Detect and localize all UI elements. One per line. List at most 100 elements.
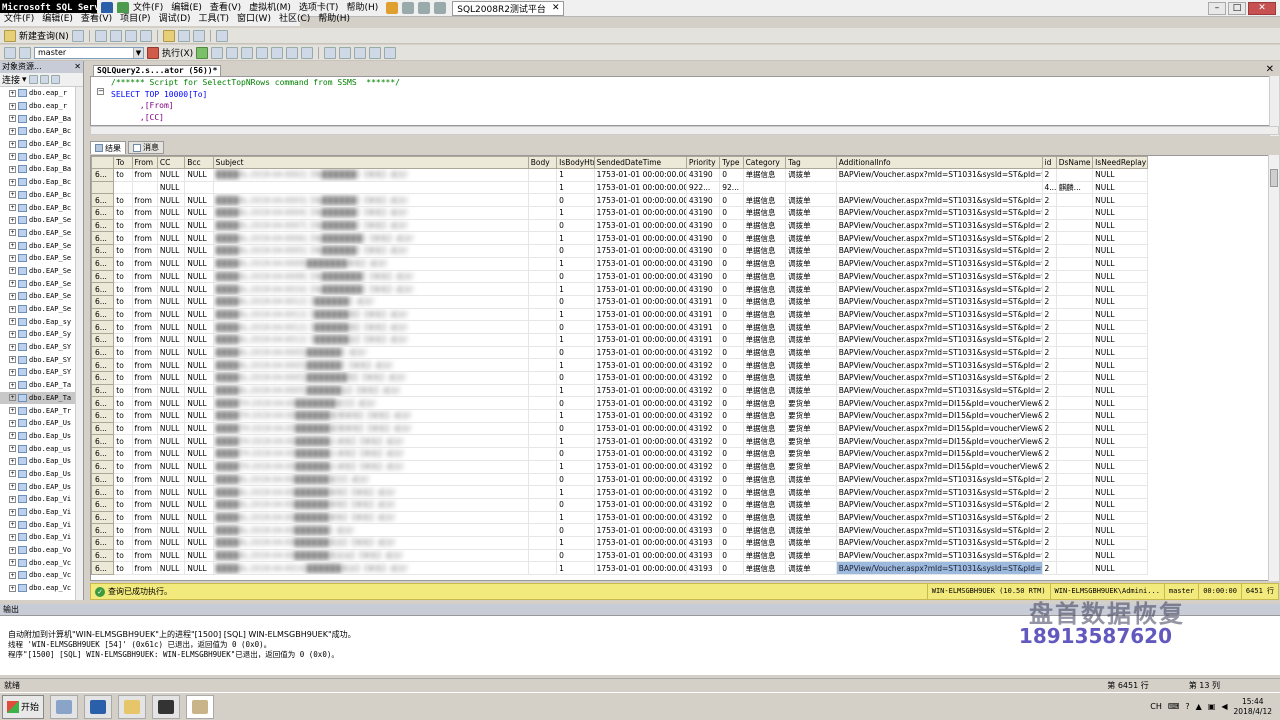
tree-node-table[interactable]: + dbo.EAP_Us xyxy=(0,480,83,493)
table-row[interactable]: 6... to from NULL NULL ████AL-2018-04-0006]【电… xyxy=(91,231,1148,246)
column-header[interactable]: Bcc xyxy=(184,156,214,169)
expand-icon[interactable]: + xyxy=(9,89,16,97)
column-header[interactable]: Type xyxy=(719,156,744,169)
menu-item[interactable]: 编辑(E) xyxy=(38,11,77,28)
column-header[interactable]: From xyxy=(131,156,158,169)
save-icon[interactable] xyxy=(177,29,190,42)
table-row[interactable]: 6... to from NULL NULL ████AL-2018-04-0002]【电… xyxy=(91,168,1148,182)
tree-node-table[interactable]: + dbo.eap_Vc xyxy=(0,582,83,595)
row-header[interactable]: 6... xyxy=(91,535,115,550)
expand-icon[interactable]: + xyxy=(9,330,16,338)
close-icon[interactable]: ✕ xyxy=(1248,1,1276,15)
uncomment-icon[interactable] xyxy=(339,46,352,59)
tree-node-table[interactable]: + dbo.eap_us xyxy=(0,442,83,455)
expand-icon[interactable]: + xyxy=(9,292,16,300)
column-header[interactable]: SendedDateTime xyxy=(593,156,687,169)
row-header[interactable]: 6... xyxy=(91,320,115,334)
column-header[interactable]: Subject xyxy=(212,156,529,169)
table-row[interactable]: 6... to from NULL NULL ████YH-2018-04-00█████… xyxy=(91,447,1148,461)
column-header[interactable]: Priority xyxy=(685,156,721,169)
tree-node-table[interactable]: + dbo.eap_Vc xyxy=(0,569,83,582)
tree-node-table[interactable]: + dbo.EAP_Se xyxy=(0,277,83,290)
table-row[interactable]: 6... to from NULL NULL ████AL-2018-04-0005]██… xyxy=(91,383,1148,398)
expand-icon[interactable]: + xyxy=(9,165,16,173)
expand-icon[interactable]: + xyxy=(9,419,16,427)
tree-node-table[interactable]: + dbo.Eap_Vi xyxy=(0,518,83,531)
cancel-query-icon[interactable] xyxy=(211,46,224,59)
change-connection-icon[interactable] xyxy=(19,46,31,59)
clock[interactable]: 15:44 2018/4/12 xyxy=(1234,697,1272,717)
table-row[interactable]: 6... to from NULL NULL ████AL-2018-04-0003]【电… xyxy=(91,193,1148,208)
expand-icon[interactable]: + xyxy=(9,280,16,288)
tree-node-table[interactable]: + dbo.EAP_SY xyxy=(0,366,83,379)
expand-icon[interactable]: + xyxy=(9,216,16,224)
disconnect-icon[interactable] xyxy=(28,75,38,84)
expand-icon[interactable]: + xyxy=(9,178,16,186)
row-header[interactable]: 6... xyxy=(91,168,115,182)
tree-node-table[interactable]: + dbo.EAP_Se xyxy=(0,239,83,252)
tree-node-table[interactable]: + dbo.EAP_Se xyxy=(0,265,83,278)
expand-icon[interactable]: + xyxy=(9,495,16,503)
row-header[interactable]: 6... xyxy=(91,294,115,309)
taskbar-cmd[interactable] xyxy=(152,694,181,719)
tree-node-table[interactable]: + dbo.EAP_Ba xyxy=(0,112,83,125)
table-row[interactable]: 6... to from NULL NULL ████AL-2018-04-0008]【电… xyxy=(91,269,1148,284)
menu-item[interactable]: 窗口(W) xyxy=(233,11,275,28)
expand-icon[interactable]: + xyxy=(9,533,16,541)
expand-icon[interactable]: + xyxy=(9,115,16,123)
tree-node-table[interactable]: + dbo.Eap_Vi xyxy=(0,493,83,506)
expand-icon[interactable]: + xyxy=(9,407,16,415)
tree-node-table[interactable]: + dbo.Eap_Vi xyxy=(0,531,83,544)
results-to-grid-icon[interactable] xyxy=(286,46,299,59)
expand-icon[interactable]: + xyxy=(9,356,16,364)
column-header[interactable]: Body xyxy=(527,156,558,169)
minimize-icon[interactable]: – xyxy=(1208,1,1226,15)
menu-item[interactable]: 帮助(H) xyxy=(314,11,354,28)
row-header[interactable]: 6... xyxy=(91,218,115,233)
row-header[interactable]: 6... xyxy=(91,459,115,474)
expand-icon[interactable]: + xyxy=(9,432,16,440)
table-row[interactable]: 6... to from NULL NULL ████AL-2018-04-0005]██… xyxy=(91,371,1148,385)
row-header[interactable]: 6... xyxy=(91,371,115,385)
table-row[interactable]: 6... to from NULL NULL ████AL-2018-04-00█████… xyxy=(91,497,1148,512)
taskbar-server-manager[interactable] xyxy=(50,694,79,719)
row-header[interactable]: 6... xyxy=(91,434,115,449)
tree-node-table[interactable]: + dbo.EAP_Sy xyxy=(0,328,83,341)
tree-node-table[interactable]: + dbo.EAP_Us xyxy=(0,417,83,430)
maximize-icon[interactable]: □ xyxy=(1228,1,1246,15)
collapse-icon[interactable]: − xyxy=(97,88,104,95)
volume-icon[interactable]: ◀ xyxy=(1221,702,1227,711)
comment-icon[interactable] xyxy=(324,46,337,59)
row-header[interactable]: 6... xyxy=(91,345,115,360)
indent-icon[interactable] xyxy=(369,46,382,59)
estimated-plan-icon[interactable] xyxy=(241,46,254,59)
expand-icon[interactable]: + xyxy=(9,318,16,326)
expand-icon[interactable]: + xyxy=(9,204,16,212)
menu-item[interactable]: 调试(D) xyxy=(155,11,195,28)
expand-icon[interactable]: + xyxy=(9,381,16,389)
tab-messages[interactable]: 消息 xyxy=(128,141,164,154)
row-header[interactable]: 6... xyxy=(91,485,115,499)
new-query-icon[interactable] xyxy=(4,29,16,42)
expand-icon[interactable]: + xyxy=(9,470,16,478)
vm-tab[interactable]: SQL2008R2测试平台 ✕ xyxy=(452,0,565,16)
expand-icon[interactable]: + xyxy=(9,267,16,275)
table-row[interactable]: 6... to from NULL NULL ████AL-2018-04-00█████… xyxy=(91,510,1148,525)
row-header[interactable]: 6... xyxy=(91,561,115,575)
menu-item[interactable]: 查看(V) xyxy=(77,11,116,28)
table-row[interactable]: 6... to from NULL NULL ████AL-2018-04-0012]【█… xyxy=(91,294,1148,309)
table-row[interactable]: 6... to from NULL NULL ████AL-2018-04-0010]【电… xyxy=(91,282,1148,296)
column-header[interactable]: DsName xyxy=(1055,156,1094,169)
expand-icon[interactable]: + xyxy=(9,521,16,529)
compact-query-icon[interactable] xyxy=(139,29,152,42)
tree-node-table[interactable]: + dbo.EAP_SY xyxy=(0,341,83,354)
column-header[interactable]: To xyxy=(113,156,133,169)
new-query-button[interactable]: 新建查询(N) xyxy=(19,29,69,42)
expand-icon[interactable]: + xyxy=(9,229,16,237)
column-header[interactable] xyxy=(91,156,115,169)
table-row[interactable]: 6... to from NULL NULL ████AL-2018-04-0012]【█… xyxy=(91,332,1148,347)
column-header[interactable]: AdditionalInfo xyxy=(835,156,1043,169)
row-header[interactable]: 6... xyxy=(91,472,115,487)
expand-icon[interactable]: + xyxy=(9,305,16,313)
taskbar-ssms[interactable] xyxy=(186,694,215,719)
